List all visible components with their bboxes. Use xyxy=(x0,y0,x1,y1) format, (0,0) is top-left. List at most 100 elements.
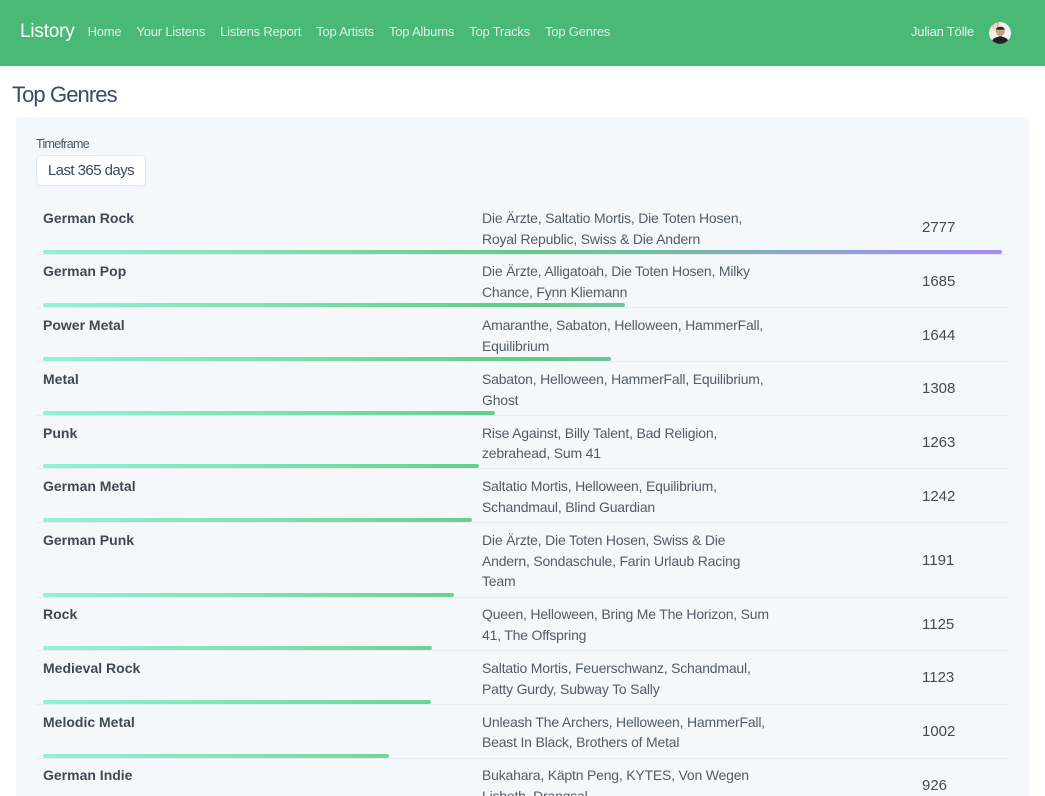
genre-name: Punk xyxy=(36,423,475,465)
nav-item-your-listens[interactable]: Your Listens xyxy=(129,16,213,47)
genre-row: MetalSabaton, Helloween, HammerFall, Equ… xyxy=(36,362,1009,416)
genre-top-artists-text: Sabaton, Helloween, HammerFall, Equilibr… xyxy=(482,369,772,411)
genre-table: German RockDie Ärzte, Saltatio Mortis, D… xyxy=(36,201,1009,796)
nav-item: Home xyxy=(80,24,129,42)
genre-listen-count: 2777 xyxy=(915,208,1009,250)
genre-row: German IndieBukahara, Käptn Peng, KYTES,… xyxy=(36,759,1009,796)
genre-row: Medieval RockSaltatio Mortis, Feuerschwa… xyxy=(36,651,1009,705)
nav-item-top-albums[interactable]: Top Albums xyxy=(381,16,461,47)
genre-bar xyxy=(43,250,1002,254)
genre-bar xyxy=(43,700,431,704)
genre-bar xyxy=(43,518,472,522)
genre-top-artists-text: Saltatio Mortis, Feuerschwanz, Schandmau… xyxy=(482,658,772,700)
genre-name: Melodic Metal xyxy=(36,712,475,754)
genre-name: German Punk xyxy=(36,530,475,592)
genre-listen-count: 1644 xyxy=(915,315,1009,357)
genre-top-artists-text: Bukahara, Käptn Peng, KYTES, Von Wegen L… xyxy=(482,765,772,796)
genre-listen-count: 1263 xyxy=(915,423,1009,465)
genre-row: German PunkDie Ärzte, Die Toten Hosen, S… xyxy=(36,523,1009,597)
card-wrap: Timeframe Last 365 days German RockDie Ä… xyxy=(0,117,1045,796)
genre-name: Medieval Rock xyxy=(36,658,475,700)
genre-row: Melodic MetalUnleash The Archers, Hellow… xyxy=(36,705,1009,759)
user-avatar[interactable] xyxy=(989,22,1011,44)
genre-name: Rock xyxy=(36,604,475,646)
genre-listen-count: 1002 xyxy=(915,712,1009,754)
genre-bar xyxy=(43,411,495,415)
genre-top-artists-text: Rise Against, Billy Talent, Bad Religion… xyxy=(482,423,772,465)
page-title: Top Genres xyxy=(12,83,1029,107)
genre-row: German PopDie Ärzte, Alligatoah, Die Tot… xyxy=(36,255,1009,309)
genre-listen-count: 1308 xyxy=(915,369,1009,411)
genre-top-artists-text: Die Ärzte, Die Toten Hosen, Swiss & Die … xyxy=(482,530,772,592)
nav-item-top-tracks[interactable]: Top Tracks xyxy=(462,16,538,47)
genre-bar-track xyxy=(43,250,1002,254)
navbar: Listory HomeYour ListensListens ReportTo… xyxy=(0,0,1045,66)
genre-top-artists: Saltatio Mortis, Feuerschwanz, Schandmau… xyxy=(475,658,915,700)
nav-item: Top Artists xyxy=(309,24,382,42)
genre-bar xyxy=(43,303,625,307)
genre-bar-track xyxy=(43,303,1002,307)
genre-listen-count: 1191 xyxy=(915,530,1009,592)
genre-name: German Metal xyxy=(36,476,475,518)
genre-listen-count: 1685 xyxy=(915,261,1009,303)
genre-top-artists-text: Amaranthe, Sabaton, Helloween, HammerFal… xyxy=(482,315,772,357)
nav-item-top-artists[interactable]: Top Artists xyxy=(309,16,382,47)
genre-bar-track xyxy=(43,593,1002,597)
genre-bar-track xyxy=(43,464,1002,468)
brand-logo[interactable]: Listory xyxy=(20,21,75,43)
genre-top-artists: Queen, Helloween, Bring Me The Horizon, … xyxy=(475,604,915,646)
genre-bar-track xyxy=(43,357,1002,361)
genre-bar xyxy=(43,593,454,597)
genre-top-artists: Unleash The Archers, Helloween, HammerFa… xyxy=(475,712,915,754)
genre-bar-track xyxy=(43,411,1002,415)
genre-bar-track xyxy=(43,646,1002,650)
genre-listen-count: 1242 xyxy=(915,476,1009,518)
user-menu[interactable]: Julian Tölle xyxy=(911,24,974,39)
timeframe-select[interactable]: Last 365 days xyxy=(36,155,146,186)
nav-item: Listens Report xyxy=(213,24,309,42)
genre-name: German Indie xyxy=(36,765,475,796)
nav-item: Top Tracks xyxy=(462,24,538,42)
genre-top-artists: Die Ärzte, Die Toten Hosen, Swiss & Die … xyxy=(475,530,915,592)
nav-item: Top Genres xyxy=(538,24,618,42)
genre-top-artists-text: Queen, Helloween, Bring Me The Horizon, … xyxy=(482,604,772,646)
timeframe-label: Timeframe xyxy=(36,137,1009,152)
genre-top-artists-text: Die Ärzte, Alligatoah, Die Toten Hosen, … xyxy=(482,261,772,303)
genre-row: German RockDie Ärzte, Saltatio Mortis, D… xyxy=(36,201,1009,255)
genre-top-artists-text: Unleash The Archers, Helloween, HammerFa… xyxy=(482,712,772,754)
genre-bar-track xyxy=(43,754,1002,758)
genre-top-artists: Saltatio Mortis, Helloween, Equilibrium,… xyxy=(475,476,915,518)
genre-name: Power Metal xyxy=(36,315,475,357)
genre-top-artists: Sabaton, Helloween, HammerFall, Equilibr… xyxy=(475,369,915,411)
genre-name: German Pop xyxy=(36,261,475,303)
nav-item: Your Listens xyxy=(129,24,213,42)
genre-row: RockQueen, Helloween, Bring Me The Horiz… xyxy=(36,598,1009,652)
nav-item-top-genres[interactable]: Top Genres xyxy=(538,16,618,47)
nav-links: HomeYour ListensListens ReportTop Artist… xyxy=(80,24,618,42)
genre-row: Power MetalAmaranthe, Sabaton, Helloween… xyxy=(36,308,1009,362)
nav-item-home[interactable]: Home xyxy=(80,16,129,47)
top-genres-card: Timeframe Last 365 days German RockDie Ä… xyxy=(16,117,1029,796)
genre-name: German Rock xyxy=(36,208,475,250)
nav-item: Top Albums xyxy=(381,24,461,42)
genre-row: German MetalSaltatio Mortis, Helloween, … xyxy=(36,469,1009,523)
genre-row: PunkRise Against, Billy Talent, Bad Reli… xyxy=(36,416,1009,470)
genre-bar xyxy=(43,754,389,758)
genre-bar-track xyxy=(43,700,1002,704)
genre-top-artists: Rise Against, Billy Talent, Bad Religion… xyxy=(475,423,915,465)
genre-listen-count: 926 xyxy=(915,765,1009,796)
genre-bar xyxy=(43,464,479,468)
genre-listen-count: 1123 xyxy=(915,658,1009,700)
nav-item-listens-report[interactable]: Listens Report xyxy=(213,16,309,47)
genre-top-artists: Die Ärzte, Saltatio Mortis, Die Toten Ho… xyxy=(475,208,915,250)
genre-top-artists-text: Saltatio Mortis, Helloween, Equilibrium,… xyxy=(482,476,772,518)
genre-bar xyxy=(43,357,611,361)
genre-top-artists-text: Die Ärzte, Saltatio Mortis, Die Toten Ho… xyxy=(482,208,772,250)
avatar-image xyxy=(989,22,1011,44)
genre-top-artists: Amaranthe, Sabaton, Helloween, HammerFal… xyxy=(475,315,915,357)
page-body: Top Genres Timeframe Last 365 days Germa… xyxy=(0,83,1045,796)
genre-top-artists: Bukahara, Käptn Peng, KYTES, Von Wegen L… xyxy=(475,765,915,796)
genre-listen-count: 1125 xyxy=(915,604,1009,646)
genre-bar xyxy=(43,646,432,650)
genre-name: Metal xyxy=(36,369,475,411)
